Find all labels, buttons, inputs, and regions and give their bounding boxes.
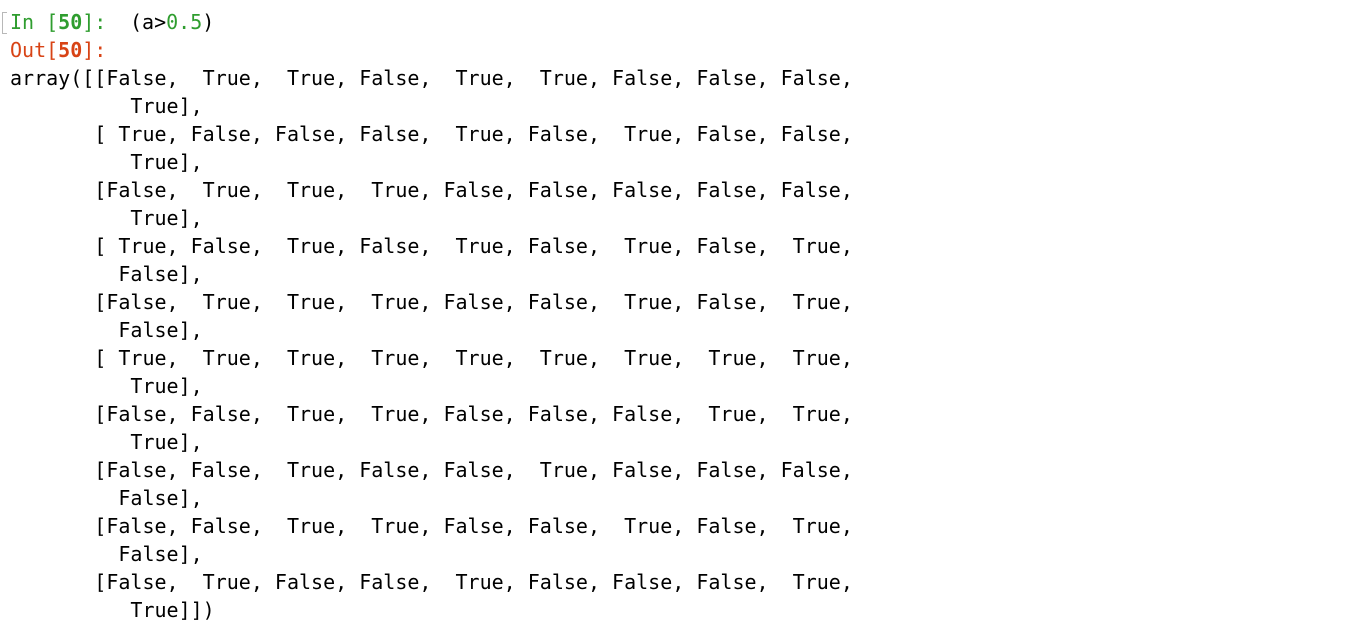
output-line: [False, True, True, True, False, False, … <box>10 290 853 314</box>
output-line: [ True, False, False, False, True, False… <box>10 122 853 146</box>
code-text-after: ) <box>202 10 215 34</box>
input-prompt-suffix: ]: <box>82 10 107 34</box>
output-line: [False, False, True, True, False, False,… <box>10 402 853 426</box>
output-area: array([[False, True, True, False, True, … <box>10 64 853 624</box>
output-line: False], <box>10 486 203 510</box>
output-line: True], <box>10 150 203 174</box>
output-line: [False, True, False, False, True, False,… <box>10 570 853 594</box>
output-prompt: Out[50]: <box>10 36 106 64</box>
input-prompt: In [50]: <box>10 8 106 36</box>
output-prompt-suffix: ]: <box>82 38 107 62</box>
output-line: [ True, True, True, True, True, True, Tr… <box>10 346 853 370</box>
output-line: True], <box>10 430 203 454</box>
output-prompt-number: 50 <box>58 38 83 62</box>
output-line: False], <box>10 318 203 342</box>
input-prompt-prefix: In [ <box>10 10 59 34</box>
output-line: True], <box>10 94 203 118</box>
code-text-before: (a> <box>130 10 167 34</box>
output-prompt-prefix: Out[ <box>10 38 59 62</box>
output-line: True], <box>10 374 203 398</box>
output-line: [False, False, True, True, False, False,… <box>10 514 853 538</box>
input-prompt-number: 50 <box>58 10 83 34</box>
output-line: [ True, False, True, False, True, False,… <box>10 234 853 258</box>
cell-selection-bracket[interactable] <box>2 12 7 34</box>
output-line: array([[False, True, True, False, True, … <box>10 66 853 90</box>
output-line: [False, False, True, False, False, True,… <box>10 458 853 482</box>
output-line: False], <box>10 542 203 566</box>
output-line: [False, True, True, True, False, False, … <box>10 178 853 202</box>
code-number-literal: 0.5 <box>166 10 203 34</box>
output-line: True]]) <box>10 598 215 622</box>
output-line: True], <box>10 206 203 230</box>
output-line: False], <box>10 262 203 286</box>
code-input[interactable]: (a>0.5) <box>130 8 214 36</box>
